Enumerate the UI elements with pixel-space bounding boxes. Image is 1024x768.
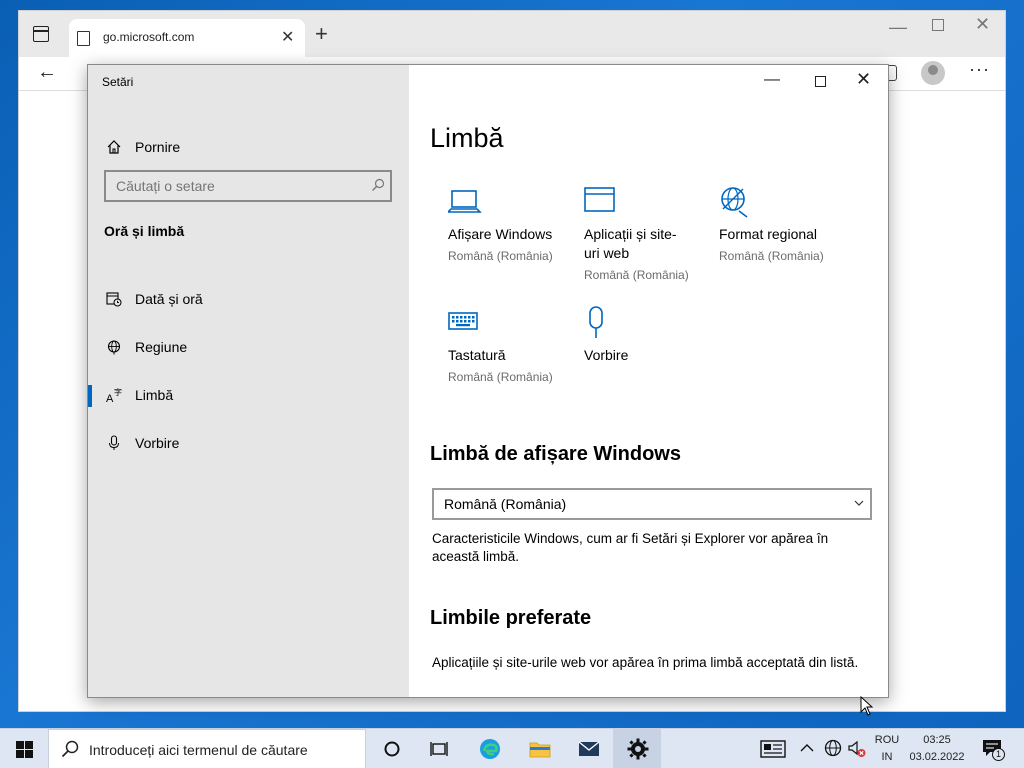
clock-time[interactable]: 03:25 <box>905 734 969 746</box>
clock-date[interactable]: 03.02.2022 <box>905 751 969 763</box>
sidebar-item-date-time[interactable]: Dată și oră <box>88 279 409 319</box>
gear-icon <box>627 738 649 760</box>
browser-maximize-button[interactable] <box>932 19 944 31</box>
search-icon <box>61 740 79 758</box>
taskbar-search-placeholder: Introduceți aici termenul de căutare <box>89 742 308 758</box>
language-icon: A 字 <box>106 387 122 403</box>
notification-badge: 1 <box>992 748 1005 761</box>
settings-window: Setări Pornire Oră și limbă Dată ș <box>87 64 889 698</box>
tile-title: Vorbire <box>584 347 629 363</box>
network-globe-icon[interactable] <box>824 739 842 757</box>
taskbar-search-box[interactable]: Introduceți aici termenul de căutare <box>48 729 366 768</box>
tile-title: Tastatură <box>448 347 506 363</box>
sidebar-item-language[interactable]: A 字 Limbă <box>88 375 409 415</box>
tile-apps-websites[interactable]: Aplicații și site-uri web Română (Români… <box>584 185 714 285</box>
globe-icon <box>107 340 121 355</box>
tile-regional-format[interactable]: Format regional Română (România) <box>719 185 849 265</box>
action-center-button[interactable]: 1 <box>982 739 1006 761</box>
tile-subtitle: Română (România) <box>584 268 689 282</box>
preferred-languages-heading: Limbile preferate <box>430 607 592 629</box>
tab-actions-icon[interactable] <box>33 26 49 42</box>
tile-title: Afișare Windows <box>448 226 553 242</box>
settings-taskbar-button[interactable] <box>613 729 661 768</box>
sidebar-item-label: Regiune <box>135 339 188 355</box>
more-options-button[interactable]: ··· <box>969 59 990 80</box>
tile-title: Aplicații și site-uri web <box>584 226 677 261</box>
display-language-dropdown[interactable]: Română (România) <box>432 488 872 520</box>
tile-speech[interactable]: Vorbire <box>584 306 714 366</box>
microphone-icon <box>109 435 119 450</box>
chevron-down-icon <box>854 500 864 506</box>
settings-sidebar: Setări Pornire Oră și limbă Dată ș <box>88 65 409 697</box>
file-explorer-icon[interactable] <box>528 737 552 761</box>
maximize-button[interactable] <box>815 76 826 87</box>
tile-subtitle: Română (România) <box>448 249 553 263</box>
tab-close-icon[interactable]: ✕ <box>281 27 294 47</box>
regional-globe-icon <box>721 187 748 218</box>
search-input[interactable] <box>116 177 356 195</box>
search-icon <box>372 178 385 191</box>
browser-close-button[interactable]: ✕ <box>975 14 990 35</box>
sidebar-item-label: Pornire <box>135 139 181 155</box>
browser-tab[interactable]: go.microsoft.com ✕ <box>69 19 305 57</box>
cortana-icon[interactable] <box>380 737 404 761</box>
sidebar-item-region[interactable]: Regiune <box>88 327 409 367</box>
browser-tab-bar: go.microsoft.com ✕ + — ✕ <box>19 11 1005 57</box>
page-title: Limbă <box>430 123 504 153</box>
desktop-icon-fragment[interactable] <box>10 128 18 172</box>
mail-icon[interactable] <box>577 737 601 761</box>
browser-minimize-button[interactable]: — <box>889 17 907 38</box>
dropdown-value: Română (România) <box>444 496 567 512</box>
settings-content: — ✕ Limbă Afișare Windows Română (Români… <box>409 65 888 697</box>
input-language-top[interactable]: ROU <box>873 734 901 746</box>
news-widget-icon[interactable] <box>760 739 786 759</box>
tile-subtitle: Română (România) <box>448 370 553 384</box>
tile-windows-display[interactable]: Afișare Windows Română (România) <box>448 185 578 265</box>
keyboard-icon <box>448 312 478 330</box>
sidebar-item-label: Vorbire <box>135 435 180 451</box>
page-favicon-icon <box>77 31 90 46</box>
sidebar-item-label: Limbă <box>135 387 174 403</box>
display-language-heading: Limbă de afișare Windows <box>430 443 681 465</box>
microphone-icon <box>589 306 603 338</box>
tab-title: go.microsoft.com <box>103 30 195 44</box>
back-button[interactable]: ← <box>37 61 57 84</box>
calendar-clock-icon <box>106 292 122 307</box>
svg-text:字: 字 <box>114 387 122 397</box>
volume-muted-icon[interactable] <box>847 739 867 759</box>
edge-browser-icon[interactable] <box>478 737 502 761</box>
tile-subtitle: Română (România) <box>719 249 824 263</box>
settings-search[interactable] <box>104 170 392 202</box>
minimize-button[interactable]: — <box>764 71 780 89</box>
display-language-description: Caracteristicile Windows, cum ar fi Setă… <box>432 531 829 564</box>
mouse-cursor-icon <box>860 696 874 716</box>
app-title: Setări <box>102 75 134 89</box>
section-heading: Oră și limbă <box>104 223 185 239</box>
home-icon <box>107 140 121 154</box>
taskbar: Introduceți aici termenul de căutare ROU… <box>0 728 1024 768</box>
tile-title: Format regional <box>719 226 818 242</box>
window-icon <box>584 187 615 212</box>
sidebar-item-label: Dată și oră <box>135 291 203 307</box>
sidebar-item-speech[interactable]: Vorbire <box>88 423 409 463</box>
sidebar-item-home[interactable]: Pornire <box>88 127 409 167</box>
laptop-icon <box>448 190 482 213</box>
windows-start-icon[interactable] <box>16 741 33 758</box>
task-view-icon[interactable] <box>428 737 452 761</box>
close-button[interactable]: ✕ <box>856 69 871 90</box>
profile-avatar[interactable] <box>921 61 945 85</box>
chevron-up-icon[interactable] <box>800 741 814 755</box>
tile-keyboard[interactable]: Tastatură Română (România) <box>448 306 578 386</box>
svg-text:A: A <box>106 393 114 403</box>
input-language-bottom[interactable]: IN <box>873 751 901 763</box>
new-tab-button[interactable]: + <box>315 21 328 47</box>
preferred-languages-description: Aplicațiile și site-urile web vor apărea… <box>432 655 859 670</box>
